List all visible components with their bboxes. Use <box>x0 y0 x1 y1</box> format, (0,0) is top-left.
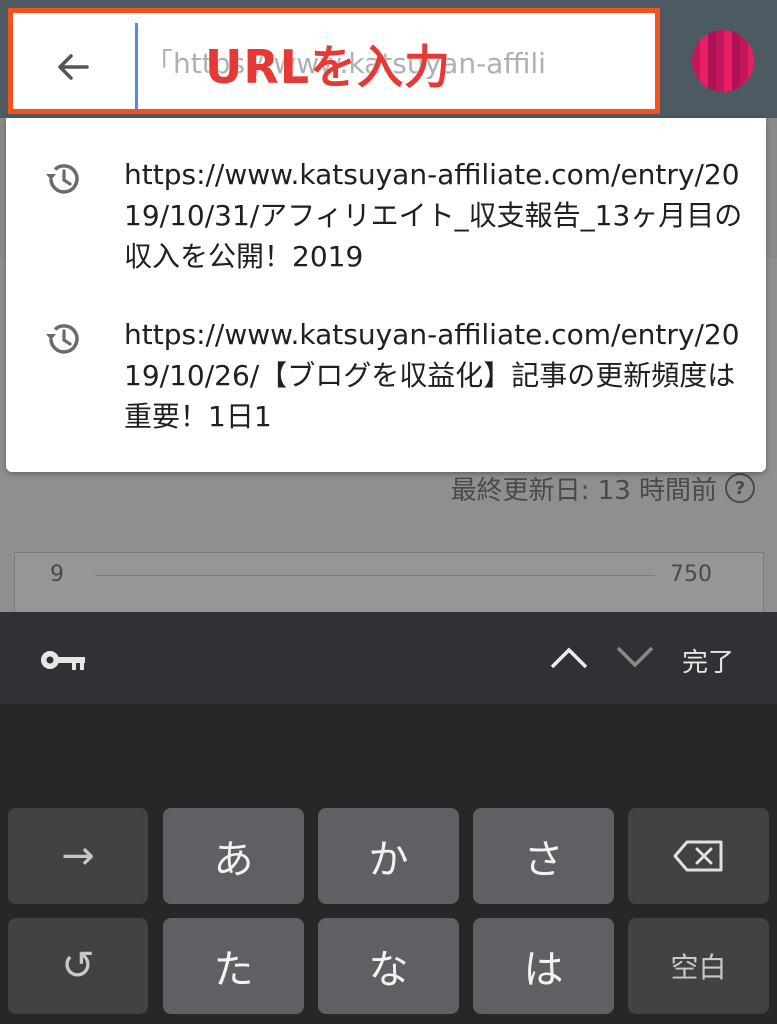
chart-gridline <box>95 575 655 576</box>
history-icon <box>46 324 79 354</box>
key-ta[interactable]: た <box>163 918 304 1014</box>
chevron-down-icon[interactable] <box>614 642 656 672</box>
key-undo[interactable]: ↺ <box>8 918 148 1014</box>
password-key-icon[interactable] <box>38 646 88 674</box>
space-key[interactable]: 空白 <box>628 918 769 1014</box>
url-suggestions-dropdown: https://www.katsuyan-affiliate.com/entry… <box>6 118 766 472</box>
chart-right-axis-value: 750 <box>670 562 712 587</box>
help-icon[interactable]: ? <box>725 473 755 503</box>
key-ka[interactable]: か <box>318 808 459 904</box>
key-sa[interactable]: さ <box>473 808 614 904</box>
chart-left-axis-value: 9 <box>50 562 64 587</box>
chevron-up-icon[interactable] <box>548 642 590 672</box>
backspace-icon <box>673 840 722 872</box>
suggestion-text: https://www.katsuyan-affiliate.com/entry… <box>124 318 740 433</box>
keyboard-toolbar <box>0 612 777 704</box>
back-arrow-icon[interactable] <box>53 47 93 87</box>
url-bar: 「https://www.katsuyan-affili URLを入力 <box>8 8 660 114</box>
text-cursor <box>135 23 138 109</box>
done-button[interactable]: 完了 <box>682 642 734 679</box>
backspace-key[interactable] <box>628 808 769 904</box>
suggestion-text: https://www.katsuyan-affiliate.com/entry… <box>124 158 743 273</box>
key-ha[interactable]: は <box>473 918 614 1014</box>
last-updated-text: 最終更新日: 13 時間前 <box>450 475 717 506</box>
avatar[interactable] <box>692 30 754 92</box>
key-a[interactable]: あ <box>163 808 304 904</box>
last-updated-info: 最終更新日: 13 時間前 ? <box>400 468 755 508</box>
history-icon <box>46 164 79 194</box>
annotation-label: URLを入力 <box>205 40 452 94</box>
key-cursor-right[interactable]: → <box>8 808 148 904</box>
key-na[interactable]: な <box>318 918 459 1014</box>
